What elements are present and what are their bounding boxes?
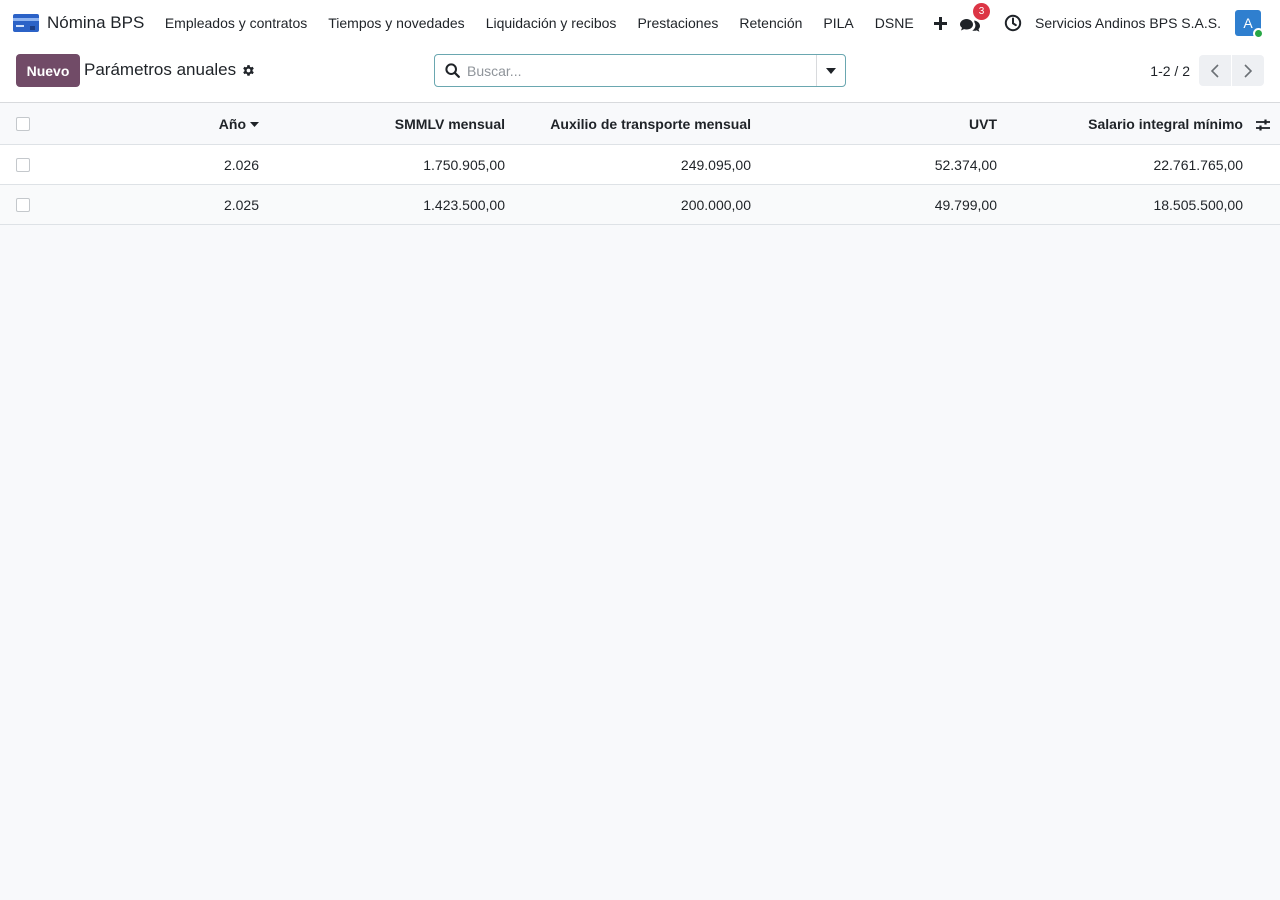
- search-icon: [435, 63, 467, 78]
- new-button[interactable]: Nuevo: [16, 54, 80, 87]
- cell-auxilio: 249.095,00: [680, 156, 751, 173]
- column-label-smmlv: SMMLV mensual: [394, 116, 505, 132]
- pager-value[interactable]: 1-2 / 2: [1150, 63, 1190, 79]
- cell-uvt: 49.799,00: [934, 196, 997, 213]
- app-name: Nómina BPS: [47, 13, 145, 32]
- pager-next-button[interactable]: [1232, 55, 1264, 86]
- row-checkbox[interactable]: [16, 158, 30, 172]
- column-label-salario-integral: Salario integral mínimo: [1088, 116, 1243, 132]
- avatar-initial: A: [1243, 15, 1253, 31]
- cell-salario-integral: 18.505.500,00: [1153, 196, 1243, 213]
- cell-smmlv: 1.750.905,00: [423, 156, 505, 173]
- cell-salario-integral: 22.761.765,00: [1153, 156, 1243, 173]
- menu-item-tiempos[interactable]: Tiempos y novedades: [318, 15, 475, 31]
- menu-item-dsne[interactable]: DSNE: [864, 15, 924, 31]
- caret-down-icon: [826, 67, 836, 74]
- column-label-auxilio: Auxilio de transporte mensual: [550, 116, 751, 132]
- avatar[interactable]: A: [1235, 10, 1264, 39]
- column-header-anio[interactable]: Año: [60, 104, 259, 144]
- cell-smmlv: 1.423.500,00: [423, 196, 505, 213]
- table-row[interactable]: 2.026 1.750.905,00 249.095,00 52.374,00 …: [0, 145, 1280, 185]
- menu-item-retencion[interactable]: Retención: [729, 15, 813, 31]
- table-header: Año SMMLV mensual Auxilio de transporte …: [0, 104, 1280, 145]
- presence-indicator: [1253, 28, 1264, 39]
- menu-item-liquidacion[interactable]: Liquidación y recibos: [475, 15, 627, 31]
- control-panel: Nuevo Parámetros anuales 1-2 / 2: [0, 46, 1280, 103]
- list-view: Año SMMLV mensual Auxilio de transporte …: [0, 104, 1280, 225]
- chevron-right-icon: [1244, 63, 1252, 78]
- chevron-left-icon: [1211, 63, 1219, 78]
- menu-item-prestaciones[interactable]: Prestaciones: [627, 15, 729, 31]
- cell-anio: 2.025: [223, 196, 259, 213]
- gear-icon[interactable]: [242, 64, 255, 77]
- menu-item-pila[interactable]: PILA: [813, 15, 864, 31]
- messages-button[interactable]: 3: [960, 3, 991, 33]
- activities-button[interactable]: [1004, 14, 1022, 32]
- pager-previous-button[interactable]: [1199, 55, 1231, 86]
- column-header-salario-integral[interactable]: Salario integral mínimo: [1005, 104, 1243, 144]
- cell-auxilio: 200.000,00: [680, 196, 751, 213]
- app-brand[interactable]: Nómina BPS: [13, 13, 144, 33]
- column-header-uvt[interactable]: UVT: [760, 104, 997, 144]
- pager: 1-2 / 2: [1150, 55, 1264, 86]
- top-navbar: Nómina BPS Empleados y contratos Tiempos…: [0, 0, 1280, 46]
- menu-item-empleados[interactable]: Empleados y contratos: [154, 15, 317, 31]
- clock-icon: [1004, 14, 1022, 32]
- row-checkbox[interactable]: [16, 198, 30, 212]
- column-label-uvt: UVT: [969, 116, 997, 132]
- page-title: Parámetros anuales: [84, 60, 237, 79]
- message-count-badge: 3: [973, 3, 991, 20]
- cell-anio: 2.026: [223, 156, 259, 173]
- app-card-icon: [13, 14, 39, 32]
- optional-columns-icon[interactable]: [1255, 117, 1271, 133]
- search-options-toggle[interactable]: [816, 55, 845, 86]
- select-all-checkbox[interactable]: [16, 117, 30, 131]
- column-header-smmlv[interactable]: SMMLV mensual: [270, 104, 505, 144]
- search-bar: [434, 54, 846, 87]
- column-header-auxilio[interactable]: Auxilio de transporte mensual: [515, 104, 751, 144]
- table-row[interactable]: 2.025 1.423.500,00 200.000,00 49.799,00 …: [0, 185, 1280, 225]
- search-input[interactable]: [467, 55, 816, 86]
- plus-icon[interactable]: [924, 16, 957, 30]
- company-switcher[interactable]: Servicios Andinos BPS S.A.S.: [1035, 15, 1221, 31]
- cell-uvt: 52.374,00: [934, 156, 997, 173]
- column-label-anio: Año: [218, 116, 246, 132]
- main-menu: Empleados y contratos Tiempos y novedade…: [154, 15, 957, 31]
- sort-descending-icon: [250, 121, 259, 127]
- navbar-systray: 3 Servicios Andinos BPS S.A.S. A: [960, 0, 1264, 46]
- breadcrumb: Parámetros anuales: [84, 60, 255, 80]
